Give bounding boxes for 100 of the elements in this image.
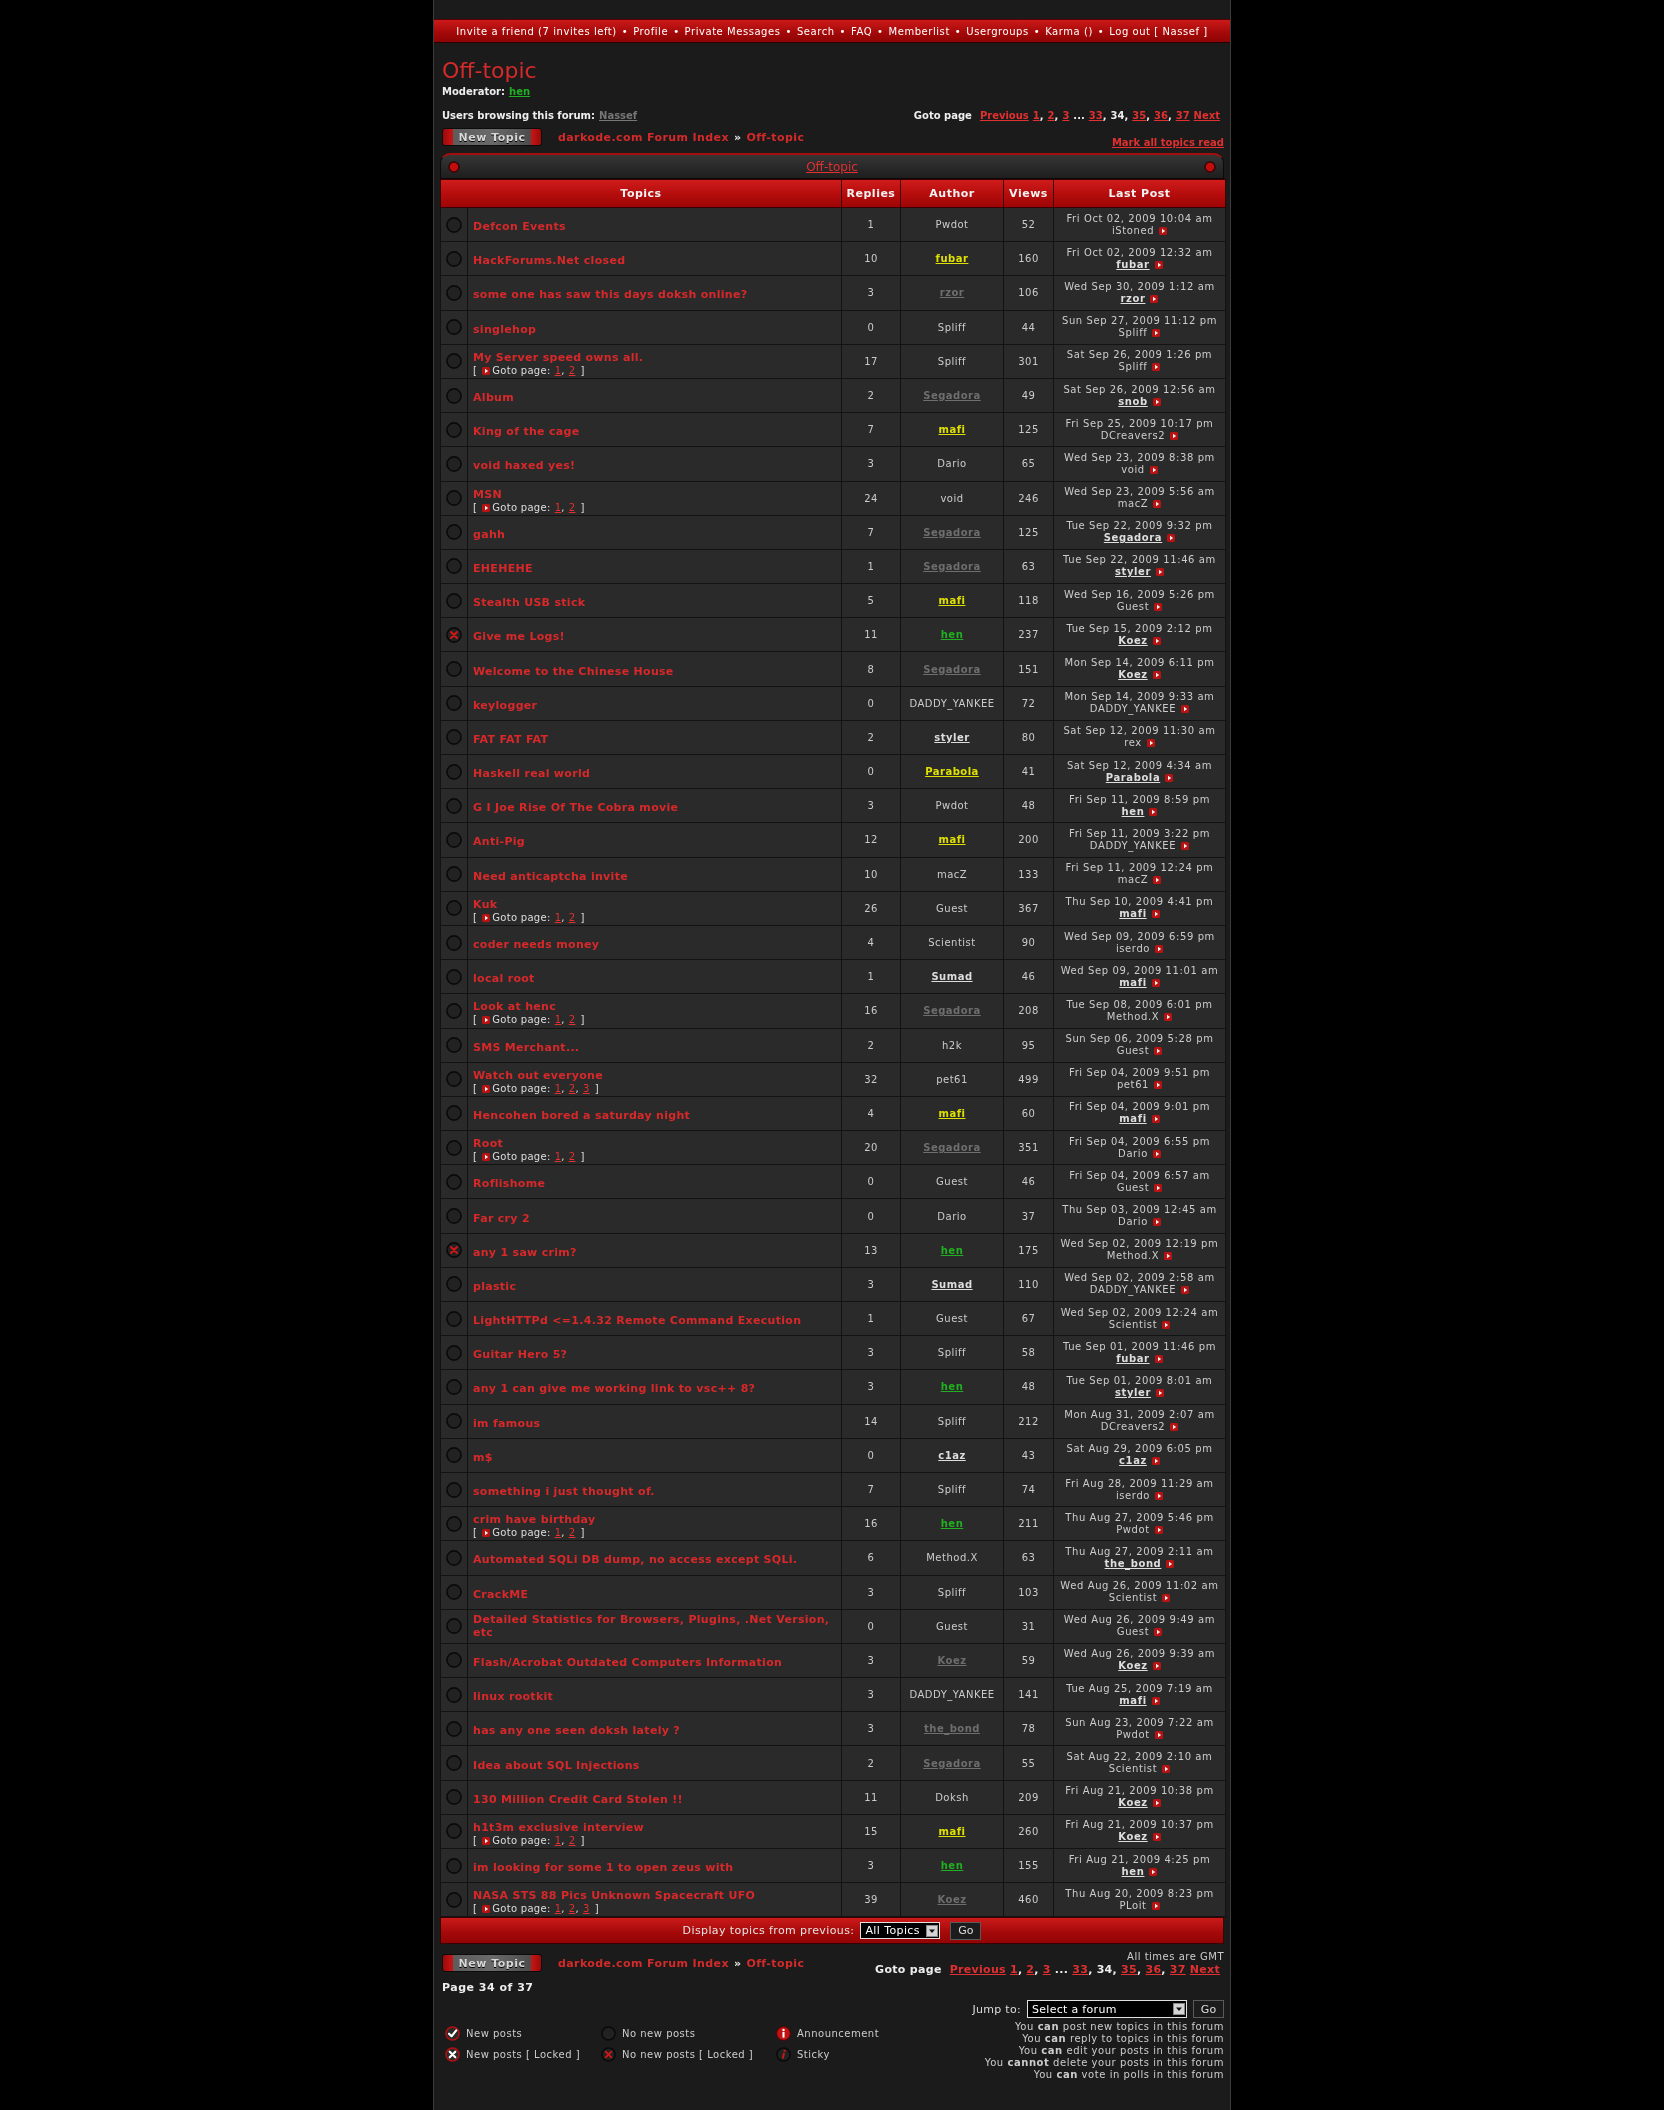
page-link[interactable]: 35 — [1121, 1963, 1137, 1977]
page-link[interactable]: 2 — [568, 1151, 576, 1164]
topic-link[interactable]: SMS Merchant... — [473, 1040, 580, 1054]
arrow-icon[interactable] — [1170, 431, 1179, 440]
author-link[interactable]: Sumad — [931, 971, 973, 983]
new-topic-button[interactable]: New Topic — [442, 128, 542, 146]
topic-link[interactable]: local root — [473, 972, 535, 986]
page-link[interactable]: 2 — [568, 1903, 576, 1916]
page-link[interactable]: 2 — [568, 1834, 576, 1847]
author-link[interactable]: the_bond — [924, 1723, 980, 1735]
page-link[interactable]: 2 — [568, 501, 576, 514]
topic-link[interactable]: FAT FAT FAT — [473, 732, 549, 746]
author-link[interactable]: Sumad — [931, 1278, 973, 1290]
arrow-icon[interactable] — [1150, 294, 1159, 303]
arrow-icon[interactable] — [1156, 1388, 1164, 1397]
author-link[interactable]: Segadora — [923, 663, 981, 675]
nav-link[interactable]: Search — [796, 25, 835, 37]
last-poster-link[interactable]: the_bond — [1104, 1557, 1162, 1570]
page-link[interactable]: 2 — [568, 364, 576, 377]
topic-link[interactable]: im famous — [473, 1416, 541, 1430]
page-link[interactable]: 37 — [1175, 109, 1190, 121]
topic-link[interactable]: MSN — [473, 487, 502, 501]
page-link[interactable]: 33 — [1088, 109, 1103, 121]
arrow-icon[interactable] — [1151, 978, 1160, 987]
topic-link[interactable]: CrackME — [473, 1587, 529, 1601]
new-topic-button[interactable]: New Topic — [442, 1954, 542, 1973]
arrow-icon[interactable] — [1162, 1320, 1171, 1329]
page-link[interactable]: 2 — [568, 1014, 576, 1027]
last-poster-link[interactable]: Koez — [1118, 1831, 1148, 1844]
nav-link[interactable]: Private Messages — [684, 25, 781, 37]
arrow-icon[interactable] — [1181, 1286, 1190, 1295]
arrow-icon[interactable] — [1152, 1833, 1161, 1842]
arrow-icon[interactable] — [1154, 1525, 1163, 1534]
page-link[interactable]: 33 — [1072, 1963, 1089, 1977]
topic-link[interactable]: Guitar Hero 5? — [473, 1348, 568, 1362]
topic-link[interactable]: Kuk — [473, 897, 498, 911]
topics-filter-dropdown[interactable]: All Topics — [860, 1922, 941, 1940]
author-link[interactable]: hen — [940, 1244, 964, 1256]
last-poster-link[interactable]: Koez — [1118, 1660, 1148, 1673]
page-link[interactable]: 2 — [1026, 1963, 1035, 1977]
nav-link[interactable]: Karma () — [1045, 25, 1093, 37]
author-link[interactable]: Segadora — [923, 1005, 981, 1017]
breadcrumb-link[interactable]: darkode.com Forum Index — [558, 130, 729, 144]
breadcrumb-link[interactable]: Off-topic — [746, 130, 805, 144]
last-poster-link[interactable]: mafi — [1119, 908, 1147, 921]
breadcrumb-link[interactable]: darkode.com Forum Index — [558, 1956, 729, 1970]
author-link[interactable]: styler — [934, 731, 970, 743]
page-link[interactable]: Previous — [979, 109, 1029, 121]
last-poster-link[interactable]: Koez — [1118, 669, 1148, 682]
arrow-icon[interactable] — [1166, 1559, 1175, 1568]
page-link[interactable]: 2 — [568, 911, 576, 924]
current-page[interactable]: 34 — [1096, 1963, 1113, 1977]
author-link[interactable]: mafi — [938, 424, 966, 436]
last-poster-link[interactable]: hen — [1121, 1865, 1145, 1878]
arrow-icon[interactable] — [1152, 1218, 1161, 1227]
page-link[interactable]: 1 — [1032, 109, 1040, 121]
topic-link[interactable]: singlehop — [473, 322, 537, 336]
topic-link[interactable]: m$ — [473, 1450, 493, 1464]
user-link[interactable]: Nassef — [599, 109, 638, 121]
topic-link[interactable]: Defcon Events — [473, 220, 566, 234]
arrow-icon[interactable] — [1146, 739, 1155, 748]
topic-link[interactable]: My Server speed owns all. — [473, 350, 644, 364]
page-link[interactable]: 3 — [582, 1903, 590, 1916]
page-link[interactable]: Previous — [949, 1963, 1006, 1977]
arrow-icon[interactable] — [1165, 773, 1174, 782]
topic-link[interactable]: Anti-Pig — [473, 835, 526, 849]
last-poster-link[interactable]: Parabola — [1105, 771, 1161, 784]
author-link[interactable]: Segadora — [923, 1757, 981, 1769]
arrow-icon[interactable] — [1152, 1799, 1161, 1808]
page-link[interactable]: Next — [1193, 109, 1220, 121]
topic-link[interactable]: Album — [473, 391, 514, 405]
page-link[interactable]: 3 — [582, 1082, 590, 1095]
arrow-icon[interactable] — [1164, 1252, 1173, 1261]
arrow-icon[interactable] — [1152, 363, 1161, 372]
author-link[interactable]: Koez — [937, 1654, 967, 1666]
last-poster-link[interactable]: snob — [1118, 395, 1148, 408]
nav-link[interactable]: Profile — [633, 25, 669, 37]
arrow-icon[interactable] — [1151, 1115, 1160, 1124]
arrow-icon[interactable] — [1152, 329, 1161, 338]
author-link[interactable]: mafi — [938, 1107, 966, 1119]
author-link[interactable]: Segadora — [923, 390, 981, 402]
topic-link[interactable]: h1t3m exclusive interview — [473, 1820, 644, 1834]
last-poster-link[interactable]: rzor — [1120, 292, 1146, 305]
author-link[interactable]: Segadora — [923, 560, 981, 572]
author-link[interactable]: hen — [940, 629, 964, 641]
author-link[interactable]: Segadora — [923, 526, 981, 538]
last-poster-link[interactable]: mafi — [1119, 1113, 1147, 1126]
arrow-icon[interactable] — [1151, 1901, 1160, 1910]
last-poster-link[interactable]: hen — [1121, 805, 1145, 818]
last-poster-link[interactable]: c1az — [1119, 1455, 1147, 1468]
topic-link[interactable]: gahh — [473, 527, 506, 541]
arrow-icon[interactable] — [1154, 1628, 1163, 1637]
arrow-icon[interactable] — [1152, 671, 1161, 680]
author-link[interactable]: Segadora — [923, 1142, 981, 1154]
topic-link[interactable]: Look at henc — [473, 1000, 557, 1014]
arrow-icon[interactable] — [1155, 1491, 1164, 1500]
arrow-icon[interactable] — [1154, 260, 1163, 269]
topic-link[interactable]: Need anticaptcha invite — [473, 869, 628, 883]
moderator-link[interactable]: hen — [509, 85, 531, 97]
arrow-icon[interactable] — [1152, 397, 1161, 406]
